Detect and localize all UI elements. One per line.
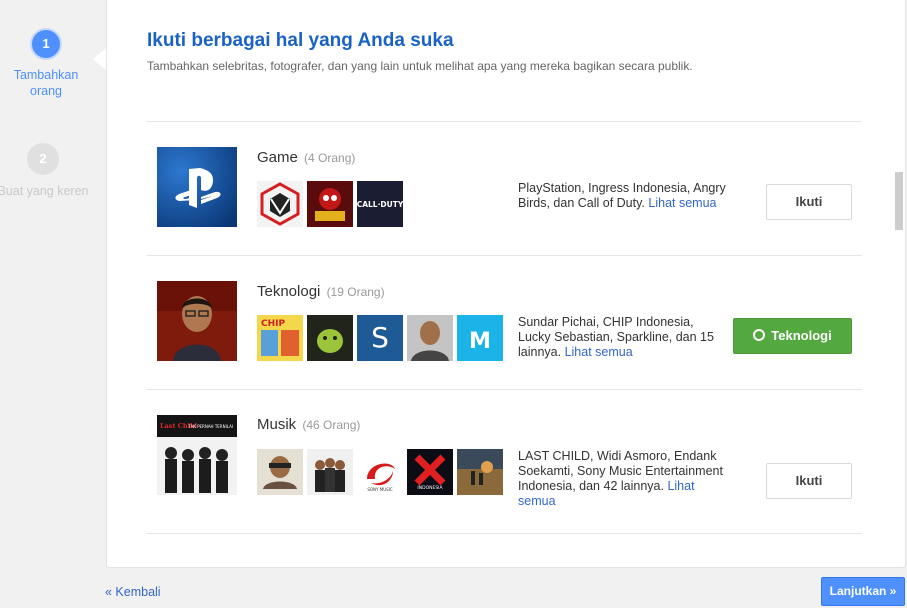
category-count: (19 Orang) [326, 285, 385, 299]
ingress-thumbnail[interactable] [257, 181, 303, 227]
category-row-game: Game (4 Orang) CALL·DUTY PlayStation, In… [147, 122, 862, 255]
step-1[interactable]: 1 Tambahkan orang [0, 28, 92, 99]
category-row-musik: Last Child TAK PERNAH TERNILAI Musik (46… [147, 390, 862, 523]
sundar-pichai-cover-image[interactable] [157, 281, 237, 361]
category-title[interactable]: Game (4 Orang) [257, 149, 355, 166]
step-2: 2 Buat yang keren [0, 143, 89, 198]
step-2-number: 2 [27, 143, 59, 175]
call-of-duty-text: CALL·DUTY [357, 200, 403, 209]
page-title: Ikuti berbagai hal yang Anda suka [147, 30, 454, 51]
follow-button-game[interactable]: Ikuti [766, 184, 852, 220]
continue-button[interactable]: Lanjutkan » [821, 577, 905, 606]
category-description: PlayStation, Ingress Indonesia, Angry Bi… [518, 181, 728, 211]
category-row-teknologi: Teknologi (19 Orang) CHIP S M Sundar Pic… [147, 256, 862, 389]
playstation-cover-image[interactable] [157, 147, 237, 227]
see-all-link[interactable]: Lihat semua [565, 345, 633, 359]
chip-text: CHIP [261, 319, 285, 329]
call-of-duty-thumbnail[interactable]: CALL·DUTY [357, 181, 403, 227]
m-text: M [469, 329, 491, 354]
musik-cover-image[interactable]: Last Child TAK PERNAH TERNILAI [157, 415, 237, 495]
category-title[interactable]: Teknologi (19 Orang) [257, 283, 385, 300]
category-name: Teknologi [257, 283, 321, 300]
lucky-sebastian-thumbnail[interactable] [407, 315, 453, 361]
angry-birds-thumbnail[interactable] [307, 181, 353, 227]
back-link[interactable]: « Kembali [105, 585, 161, 599]
x-factor-text: INDONESIA [417, 485, 443, 491]
step-2-label: Buat yang keren [0, 184, 89, 198]
category-count: (46 Orang) [302, 418, 361, 432]
x-factor-thumbnail[interactable]: INDONESIA [407, 449, 453, 495]
s-logo-thumbnail[interactable]: S [357, 315, 403, 361]
android-thumbnail[interactable] [307, 315, 353, 361]
divider [147, 533, 862, 534]
landscape-thumbnail[interactable] [457, 449, 503, 495]
widi-asmoro-thumbnail[interactable] [257, 449, 303, 495]
progress-stepper: 1 Tambahkan orang 2 Buat yang keren [0, 0, 92, 608]
follow-button-musik[interactable]: Ikuti [766, 463, 852, 499]
category-name: Game [257, 149, 298, 166]
following-button-teknologi[interactable]: Teknologi [733, 318, 852, 354]
category-name: Musik [257, 416, 297, 433]
category-count: (4 Orang) [304, 151, 356, 165]
sony-music-text: SONY MUSIC [367, 487, 392, 492]
category-description: LAST CHILD, Widi Asmoro, Endank Soekamti… [518, 449, 728, 509]
category-description: Sundar Pichai, CHIP Indonesia, Lucky Seb… [518, 315, 724, 360]
chip-thumbnail[interactable]: CHIP [257, 315, 303, 361]
step-1-number: 1 [30, 28, 62, 60]
musik-cover-right-text: TAK PERNAH TERNILAI [187, 424, 233, 429]
endank-soekamti-thumbnail[interactable] [307, 449, 353, 495]
following-label: Teknologi [771, 328, 832, 343]
page-subtitle: Tambahkan selebritas, fotografer, dan ya… [147, 59, 693, 73]
step-1-label: Tambahkan orang [13, 68, 79, 98]
s-text: S [371, 321, 389, 354]
active-step-pointer [93, 48, 106, 70]
circle-check-icon [753, 329, 766, 341]
sony-music-thumbnail[interactable]: SONY MUSIC [357, 449, 403, 495]
see-all-link[interactable]: Lihat semua [648, 196, 716, 210]
main-card: Ikuti berbagai hal yang Anda suka Tambah… [106, 0, 906, 568]
m-logo-thumbnail[interactable]: M [457, 315, 503, 361]
scrollbar-thumb[interactable] [895, 172, 903, 230]
category-title[interactable]: Musik (46 Orang) [257, 416, 360, 433]
